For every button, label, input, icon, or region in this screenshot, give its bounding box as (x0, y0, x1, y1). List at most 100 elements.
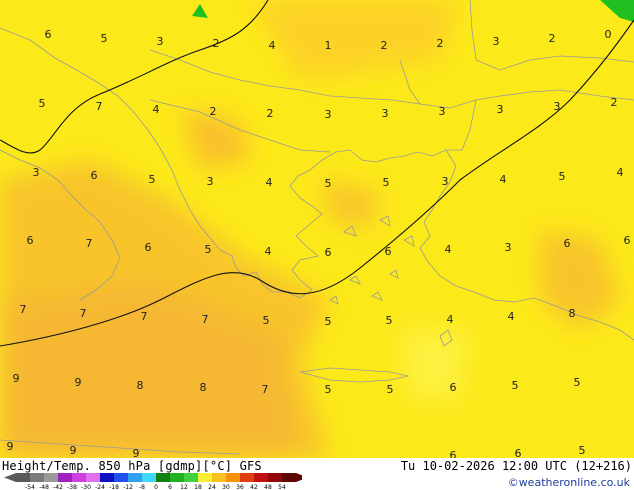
color-scale-swatch (44, 473, 58, 482)
color-scale-tick: 42 (250, 484, 258, 490)
temperature-label: 6 (27, 234, 34, 247)
temperature-label: 4 (265, 245, 272, 258)
temperature-label: 6 (145, 241, 152, 254)
temperature-label: 0 (605, 28, 612, 41)
temperature-label: 4 (269, 39, 276, 52)
color-scale-tick: -12 (123, 484, 133, 490)
temperature-label: 5 (205, 243, 212, 256)
color-scale-tick: -8 (139, 484, 145, 490)
temperature-label: 5 (149, 173, 156, 186)
temperature-label: 6 (385, 245, 392, 258)
temperature-label: 9 (7, 440, 14, 453)
temperature-label: 2 (210, 105, 217, 118)
temperature-label: 4 (266, 176, 273, 189)
temperature-label: 2 (549, 32, 556, 45)
color-scale-swatch (156, 473, 170, 482)
temperature-label: 5 (263, 314, 270, 327)
temperature-label: 7 (262, 383, 269, 396)
temperature-label: 6 (624, 234, 631, 247)
temperature-label: 5 (325, 177, 332, 190)
temperature-label: 8 (137, 379, 144, 392)
temperature-label: 5 (574, 376, 581, 389)
color-scale-swatch (254, 473, 268, 482)
color-scale-tick: -18 (109, 484, 119, 490)
color-scale-swatch (268, 473, 282, 482)
temperature-label: 4 (153, 103, 160, 116)
temperature-label: 4 (617, 166, 624, 179)
temperature-label: 5 (39, 97, 46, 110)
color-scale-swatch (282, 473, 296, 482)
temperature-label: 5 (512, 379, 519, 392)
color-scale-swatch (212, 473, 226, 482)
color-scale-swatch (30, 473, 44, 482)
temperature-label: 3 (497, 103, 504, 116)
color-scale-swatch (128, 473, 142, 482)
temperature-label: 5 (325, 383, 332, 396)
color-scale-swatch (170, 473, 184, 482)
color-scale-swatch (114, 473, 128, 482)
temperature-label: 2 (611, 96, 618, 109)
temperature-label: 7 (80, 307, 87, 320)
color-scale-tick: 54 (278, 484, 286, 490)
temperature-label: 8 (200, 381, 207, 394)
temperature-label: 6 (325, 246, 332, 259)
color-scale-tick: 36 (236, 484, 244, 490)
weather-map: 6 5 3 2 4 1 2 2 3 2 0 5 7 4 2 2 3 3 3 3 3 2 3 6 5 3 4 5 5 3 4 5 4 6 7 6 5 4 6 6… (0, 0, 634, 458)
temperature-label: 3 (442, 175, 449, 188)
temperature-label: 7 (20, 303, 27, 316)
temperature-label: 7 (202, 313, 209, 326)
color-scale-arrow-right (296, 473, 302, 482)
color-scale-tick: 0 (154, 484, 158, 490)
temperature-label: 6 (450, 381, 457, 394)
temperature-label: 6 (515, 447, 522, 458)
color-scale-swatch (198, 473, 212, 482)
color-scale-tick: -42 (53, 484, 63, 490)
color-scale-tick: 6 (168, 484, 172, 490)
temperature-label: 4 (500, 173, 507, 186)
temperature-label: 3 (505, 241, 512, 254)
temperature-label: 9 (70, 444, 77, 457)
color-scale-tick: -48 (39, 484, 49, 490)
temperature-label: 3 (493, 35, 500, 48)
site-credit[interactable]: ©weatheronline.co.uk (508, 476, 630, 489)
temperature-label: 3 (382, 107, 389, 120)
temperature-label: 7 (86, 237, 93, 250)
map-title: Height/Temp. 850 hPa [gdmp][°C] GFS (2, 459, 262, 473)
temperature-label: 5 (559, 170, 566, 183)
color-scale-swatch (142, 473, 156, 482)
temperature-label: 3 (33, 166, 40, 179)
temperature-label: 3 (439, 105, 446, 118)
color-scale-swatch (86, 473, 100, 482)
temperature-label: 5 (325, 315, 332, 328)
temperature-label: 8 (569, 307, 576, 320)
map-canvas: 6 5 3 2 4 1 2 2 3 2 0 5 7 4 2 2 3 3 3 3 3 2 3 6 5 3 4 5 5 3 4 5 4 6 7 6 5 4 6 6… (0, 0, 634, 458)
temperature-label: 4 (447, 313, 454, 326)
temperature-label: 3 (157, 35, 164, 48)
color-scale-tick: 30 (222, 484, 230, 490)
color-scale-tick: -38 (67, 484, 77, 490)
temperature-label: 2 (267, 107, 274, 120)
temperature-label: 5 (387, 383, 394, 396)
color-scale-swatch (184, 473, 198, 482)
temperature-label: 1 (325, 39, 332, 52)
temperature-label: 7 (141, 310, 148, 323)
color-scale-swatch (72, 473, 86, 482)
color-scale-tick: 12 (180, 484, 188, 490)
temperature-label: 9 (13, 372, 20, 385)
temperature-label: 4 (445, 243, 452, 256)
color-scale-swatch (226, 473, 240, 482)
color-scale-swatch (16, 473, 30, 482)
temperature-label: 5 (579, 444, 586, 457)
color-scale-tick: 48 (264, 484, 272, 490)
color-scale-tick: -24 (95, 484, 105, 490)
temperature-label: 6 (450, 449, 457, 458)
color-scale-arrow-left (4, 473, 16, 482)
temperature-label: 3 (554, 100, 561, 113)
color-scale-ticks: -54 -48 -42 -38 -30 -24 -18 -12 -8 0 6 12 18 24 30 36 42… (25, 484, 286, 490)
color-scale-swatch (100, 473, 114, 482)
temperature-label: 3 (207, 175, 214, 188)
color-scale-swatch (240, 473, 254, 482)
temperature-label: 5 (101, 32, 108, 45)
temperature-label: 4 (508, 310, 515, 323)
temperature-label: 9 (75, 376, 82, 389)
